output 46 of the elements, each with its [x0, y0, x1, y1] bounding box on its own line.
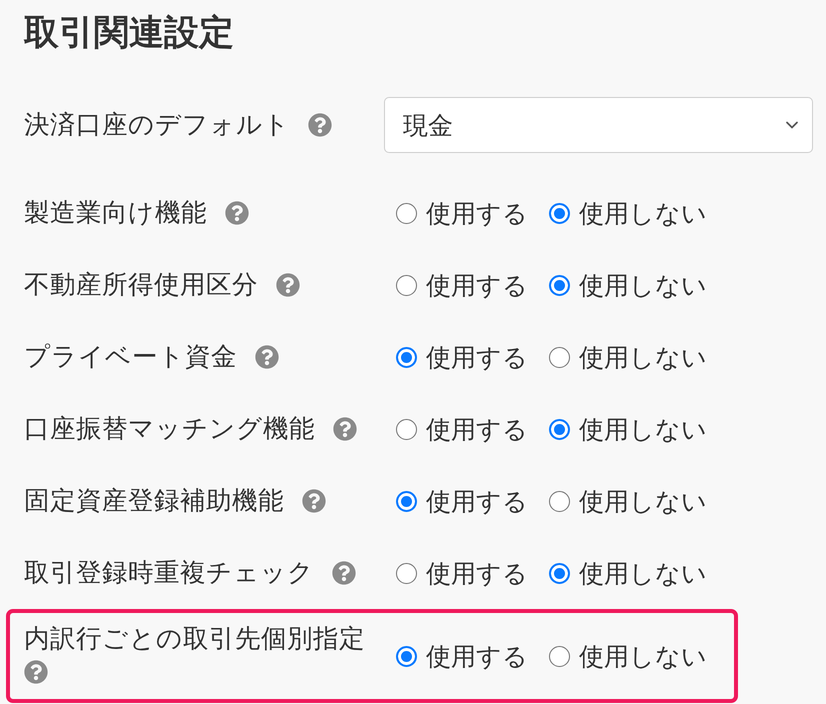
radio-option[interactable]: 使用しない: [549, 412, 707, 446]
setting-label: 内訳行ごとの取引先個別指定: [24, 624, 365, 654]
radio-button-icon[interactable]: [396, 490, 417, 512]
radio-button-icon[interactable]: [396, 346, 417, 368]
radio-button-icon[interactable]: [549, 562, 570, 584]
radio-option[interactable]: 使用する: [396, 340, 528, 374]
radio-option[interactable]: 使用する: [396, 196, 528, 230]
radio-button-icon[interactable]: [549, 274, 570, 296]
radio-button-icon[interactable]: [396, 274, 417, 296]
setting-label: 口座振替マッチング機能: [24, 414, 315, 444]
section-title: 取引関連設定: [24, 12, 235, 55]
setting-label: 不動産所得使用区分: [24, 270, 258, 300]
help-icon[interactable]: [333, 416, 357, 440]
radio-option[interactable]: 使用しない: [549, 640, 707, 672]
setting-label: 取引登録時重複チェック: [24, 558, 314, 588]
radio-button-icon[interactable]: [396, 418, 417, 440]
radio-button-icon[interactable]: [549, 346, 570, 368]
radio-button-icon[interactable]: [549, 418, 570, 440]
help-icon[interactable]: [255, 344, 279, 368]
radio-button-icon[interactable]: [549, 202, 570, 224]
radio-button-icon[interactable]: [396, 562, 417, 584]
radio-option[interactable]: 使用する: [396, 484, 528, 518]
radio-option[interactable]: 使用する: [396, 640, 528, 672]
radio-option[interactable]: 使用する: [396, 556, 528, 590]
setting-label: プライベート資金: [24, 342, 237, 372]
help-icon[interactable]: [332, 560, 356, 584]
radio-option[interactable]: 使用しない: [549, 556, 707, 590]
help-icon[interactable]: [225, 200, 249, 224]
setting-label: 固定資産登録補助機能: [24, 486, 284, 516]
setting-label: 決済口座のデフォルト: [24, 110, 290, 140]
radio-button-icon[interactable]: [396, 202, 417, 224]
radio-button-icon[interactable]: [549, 490, 570, 512]
radio-option[interactable]: 使用しない: [549, 268, 707, 302]
help-icon[interactable]: [302, 488, 326, 512]
setting-label: 製造業向け機能: [24, 198, 207, 228]
radio-option[interactable]: 使用しない: [549, 340, 707, 374]
radio-option[interactable]: 使用する: [396, 268, 528, 302]
help-icon[interactable]: [276, 272, 300, 296]
radio-button-icon[interactable]: [549, 646, 570, 666]
help-icon[interactable]: [24, 660, 48, 684]
radio-button-icon[interactable]: [396, 646, 417, 666]
select-field[interactable]: 現金: [384, 97, 813, 153]
radio-option[interactable]: 使用しない: [549, 484, 707, 518]
radio-option[interactable]: 使用する: [396, 412, 528, 446]
radio-option[interactable]: 使用しない: [549, 196, 707, 230]
help-icon[interactable]: [308, 112, 332, 136]
